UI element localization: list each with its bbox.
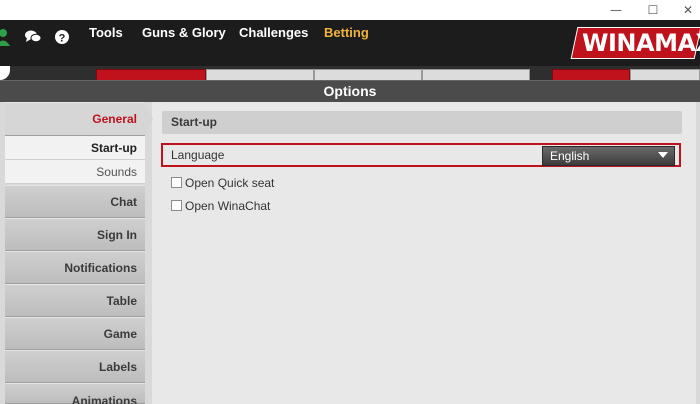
language-setting-row: Language English xyxy=(161,143,681,167)
background-tab[interactable] xyxy=(552,69,630,80)
nav-challenges[interactable]: Challenges xyxy=(239,25,308,41)
section-header: Start-up xyxy=(162,111,682,134)
sidebar-item-animations[interactable]: Animations xyxy=(5,383,145,404)
tab-strip-corner xyxy=(0,66,10,80)
background-tab-strip xyxy=(0,66,700,80)
open-quick-seat-label: Open Quick seat xyxy=(185,176,275,190)
sidebar-item-label: Sign In xyxy=(97,228,137,242)
nav-guns-and-glory[interactable]: Guns & Glory xyxy=(142,25,226,41)
options-sidebar: General Start-up Sounds Chat Sign In Not… xyxy=(5,102,153,404)
section-title: Start-up xyxy=(171,115,217,129)
background-tab[interactable] xyxy=(422,69,530,80)
sidebar-item-notifications[interactable]: Notifications xyxy=(5,251,145,284)
language-label: Language xyxy=(171,148,225,162)
maximize-button[interactable]: ☐ xyxy=(641,0,665,20)
minimize-button[interactable]: — xyxy=(604,0,628,20)
open-quick-seat-option[interactable]: Open Quick seat xyxy=(171,175,331,191)
sidebar-item-label: General xyxy=(92,112,137,126)
sidebar-item-game[interactable]: Game xyxy=(5,317,145,350)
open-winachat-label: Open WinaChat xyxy=(185,199,271,213)
background-tab[interactable] xyxy=(96,69,206,80)
sidebar-item-label: Game xyxy=(103,327,137,341)
winamax-logo: WINAMAX xyxy=(564,23,700,63)
sidebar-item-general[interactable]: General xyxy=(5,102,145,136)
nav-tools[interactable]: Tools xyxy=(89,25,123,41)
sidebar-item-label: Sounds xyxy=(96,165,137,179)
language-dropdown[interactable]: English xyxy=(542,146,675,166)
nav-betting[interactable]: Betting xyxy=(324,25,369,41)
svg-text:?: ? xyxy=(59,33,66,45)
sidebar-item-label: Table xyxy=(106,294,137,308)
chevron-down-icon xyxy=(658,152,668,158)
options-dialog-header: Options xyxy=(0,80,700,102)
background-tab[interactable] xyxy=(206,69,314,80)
open-winachat-checkbox[interactable] xyxy=(171,200,182,211)
sidebar-item-sign-in[interactable]: Sign In xyxy=(5,218,145,251)
background-tab[interactable] xyxy=(630,69,700,80)
close-button[interactable]: ✕ xyxy=(676,0,700,20)
sidebar-item-table[interactable]: Table xyxy=(5,284,145,317)
logo-text: WINAMAX xyxy=(582,29,700,57)
sidebar-item-label: Labels xyxy=(98,360,137,374)
help-icon[interactable]: ? xyxy=(54,26,70,48)
sidebar-subitem-start-up[interactable]: Start-up xyxy=(5,136,145,160)
sidebar-item-label: Notifications xyxy=(64,261,137,275)
window-title-bar: — ☐ ✕ xyxy=(0,0,700,20)
open-winachat-option[interactable]: Open WinaChat xyxy=(171,198,331,214)
sidebar-item-labels[interactable]: Labels xyxy=(5,350,145,383)
sidebar-subitem-sounds[interactable]: Sounds xyxy=(5,160,145,184)
sidebar-item-label: Animations xyxy=(71,394,137,404)
active-item-pointer xyxy=(145,103,153,135)
language-dropdown-value: English xyxy=(550,149,590,163)
chat-bubbles-icon[interactable] xyxy=(24,26,42,48)
sidebar-item-chat[interactable]: Chat xyxy=(5,185,145,218)
background-tab[interactable] xyxy=(314,69,422,80)
poker-player-icon[interactable] xyxy=(0,26,12,48)
open-quick-seat-checkbox[interactable] xyxy=(171,177,182,188)
sidebar-item-label: Chat xyxy=(110,195,137,209)
sidebar-item-label: Start-up xyxy=(91,141,137,155)
options-title: Options xyxy=(323,83,377,99)
